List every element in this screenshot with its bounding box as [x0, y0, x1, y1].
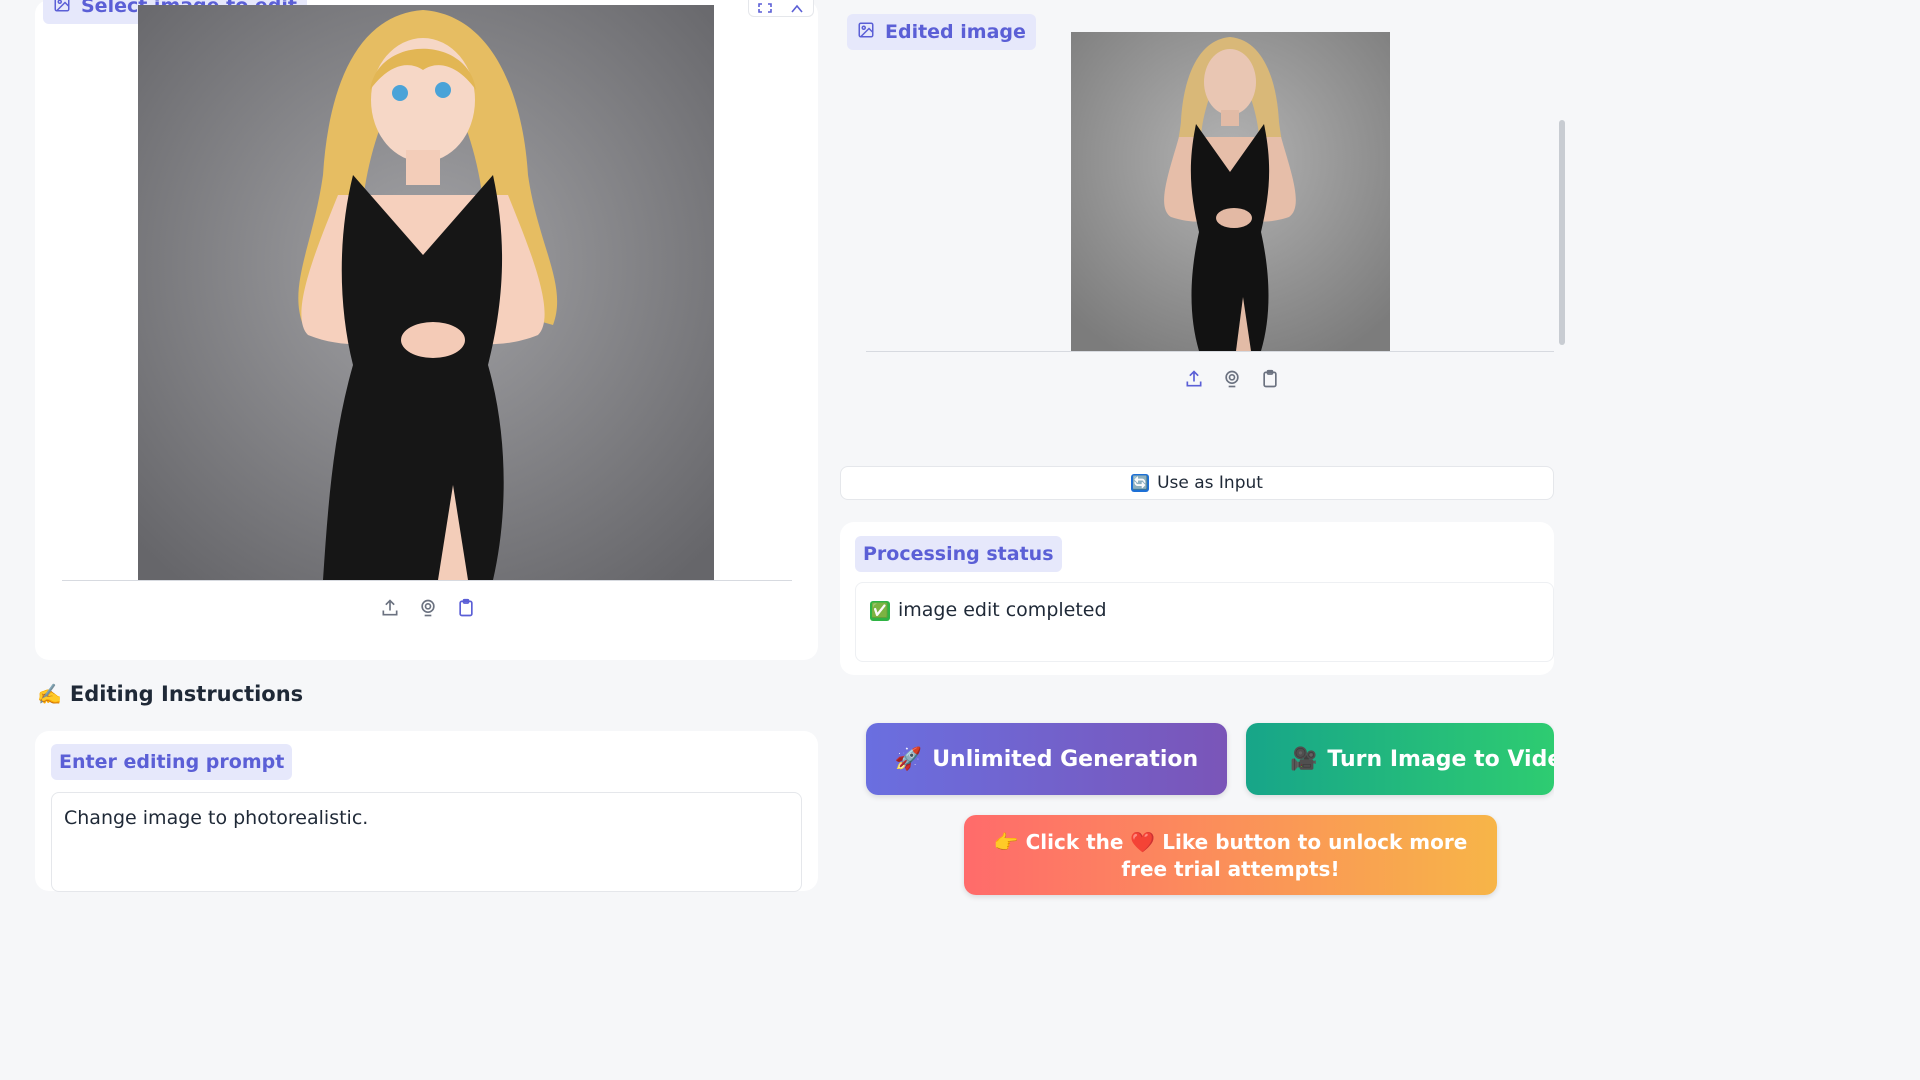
status-output: ✅ image edit completed — [855, 582, 1554, 662]
camera-icon: 🎥 — [1290, 746, 1318, 772]
webcam-icon[interactable] — [417, 597, 439, 619]
clipboard-icon[interactable] — [1259, 368, 1281, 390]
heart-icon: ❤️ — [1130, 830, 1156, 854]
like-unlock-banner[interactable]: 👉 Click the ❤️ Like button to unlock mor… — [964, 815, 1497, 895]
image-icon — [857, 21, 875, 44]
writing-hand-icon: ✍️ — [37, 682, 62, 706]
rocket-icon: 🚀 — [894, 746, 923, 772]
clipboard-icon[interactable] — [455, 597, 477, 619]
input-source-tools — [379, 597, 477, 619]
refresh-icon: 🔄 — [1131, 474, 1150, 492]
image-icon — [53, 0, 71, 18]
fullscreen-icon[interactable] — [749, 0, 781, 16]
processing-status-label: Processing status — [855, 536, 1062, 572]
unlimited-generation-button[interactable]: 🚀 Unlimited Generation — [866, 723, 1227, 795]
webcam-icon[interactable] — [1221, 368, 1243, 390]
prompt-label: Enter editing prompt — [51, 744, 293, 780]
output-divider — [866, 351, 1554, 352]
scrollbar-thumb[interactable] — [1559, 120, 1565, 345]
check-icon: ✅ — [870, 601, 890, 621]
edited-image[interactable] — [1071, 32, 1390, 351]
prompt-input[interactable]: Change image to photorealistic. — [51, 792, 802, 892]
page-scrollbar[interactable] — [1554, 0, 1568, 882]
use-as-input-button[interactable]: 🔄 Use as Input — [840, 466, 1554, 500]
use-as-input-label: Use as Input — [1157, 473, 1263, 493]
status-text: image edit completed — [898, 599, 1107, 621]
upload-icon[interactable] — [379, 597, 401, 619]
input-divider — [62, 580, 792, 581]
turn-image-to-video-button[interactable]: 🎥 Turn Image to Video — [1246, 723, 1554, 795]
upload-icon[interactable] — [1183, 368, 1205, 390]
like-unlock-text: 👉 Click the ❤️ Like button to unlock mor… — [993, 830, 1468, 881]
prompt-text: Change image to photorealistic. — [64, 807, 369, 829]
editing-instructions-title: ✍️ Editing Instructions — [37, 682, 304, 706]
output-source-tools — [1183, 368, 1281, 390]
close-icon[interactable] — [781, 0, 813, 16]
edited-image-label: Edited image — [847, 14, 1036, 50]
image-corner-controls — [748, 0, 814, 17]
input-image[interactable] — [138, 5, 714, 580]
pointing-hand-icon: 👉 — [993, 830, 1019, 854]
